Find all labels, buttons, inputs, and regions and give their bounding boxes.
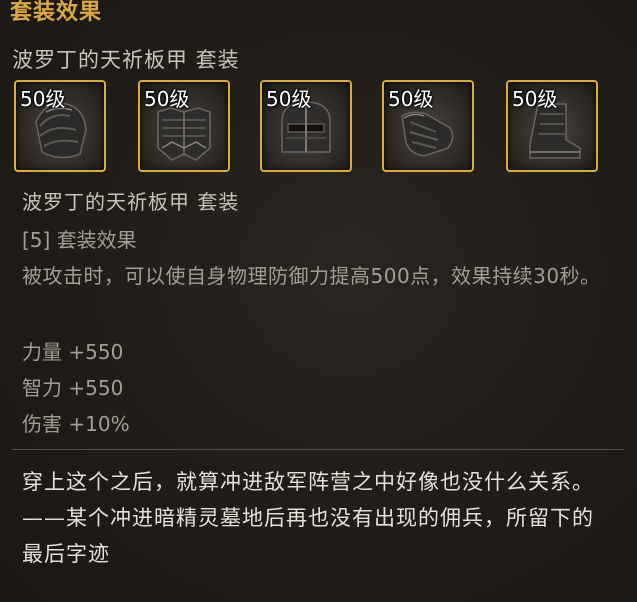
equipment-slots: 50级 50级 50级 50级 50级 xyxy=(14,80,614,172)
slot-level-label: 50级 xyxy=(388,87,434,111)
item-set-tooltip: 套装效果 波罗丁的天祈板甲 套装 50级 50级 50级 50级 50级 波罗丁… xyxy=(0,0,637,602)
slot-level-label: 50级 xyxy=(512,87,558,111)
set-effect-description: 被攻击时，可以使自身物理防御力提高500点，效果持续30秒。 xyxy=(22,264,601,288)
equipment-slot-shoulder[interactable]: 50级 xyxy=(14,80,106,172)
stat-strength: 力量 +550 xyxy=(22,340,124,364)
slot-level-label: 50级 xyxy=(266,87,312,111)
slot-level-label: 50级 xyxy=(144,87,190,111)
set-name-label: 波罗丁的天祈板甲 套装 xyxy=(22,190,240,214)
set-name-title: 波罗丁的天祈板甲 套装 xyxy=(12,48,240,72)
set-effect-title: [5] 套装效果 xyxy=(22,228,137,252)
equipment-slot-boots[interactable]: 50级 xyxy=(506,80,598,172)
equipment-slot-gauntlet[interactable]: 50级 xyxy=(382,80,474,172)
stat-intelligence: 智力 +550 xyxy=(22,376,124,400)
slot-level-label: 50级 xyxy=(20,87,66,111)
flavor-text: 穿上这个之后，就算冲进敌军阵营之中好像也没什么关系。 ——某个冲进暗精灵墓地后再… xyxy=(22,470,594,566)
stat-damage: 伤害 +10% xyxy=(22,412,130,436)
equipment-slot-chest[interactable]: 50级 xyxy=(138,80,230,172)
divider xyxy=(12,449,624,450)
set-effect-header: 套装效果 xyxy=(10,0,103,25)
equipment-slot-helmet[interactable]: 50级 xyxy=(260,80,352,172)
